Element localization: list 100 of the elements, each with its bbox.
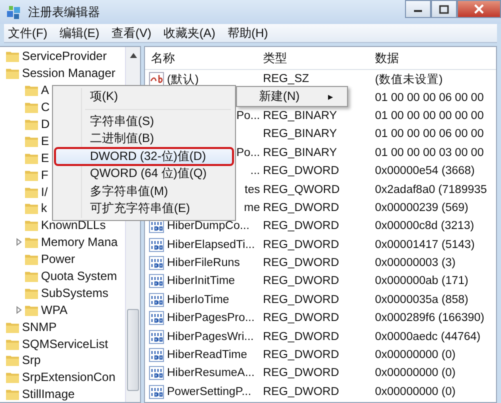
value-data: 0x0000035a (858) <box>375 294 468 306</box>
value-name[interactable]: HiberFileRuns <box>167 257 240 270</box>
menu-item[interactable]: 字符串值(S) <box>55 112 233 130</box>
folder-icon <box>25 101 38 114</box>
tree-item[interactable]: C <box>41 100 50 114</box>
binary-value-icon <box>149 348 164 362</box>
tree-item[interactable]: WPA <box>41 302 68 317</box>
close-button[interactable] <box>457 0 501 18</box>
submenu-arrow-icon: ▸ <box>328 90 333 102</box>
value-data: 01 00 00 00 06 00 00 <box>375 92 484 104</box>
folder-icon <box>25 304 38 316</box>
folder-icon <box>25 286 38 299</box>
menu-item[interactable]: 二进制值(B) <box>55 130 233 148</box>
menu-item[interactable]: 多字符串值(M) <box>55 182 233 200</box>
expand-arrow-icon[interactable] <box>16 238 22 246</box>
value-type: REG_DWORD <box>263 386 340 398</box>
value-data: 01 00 00 00 00 00 00 <box>375 110 484 122</box>
value-type: REG_SZ <box>263 73 310 86</box>
folder-icon <box>25 253 38 266</box>
scroll-up-arrow-icon[interactable] <box>130 53 136 58</box>
value-type: REG_BINARY <box>263 146 337 159</box>
expand-arrow-icon[interactable] <box>16 306 22 314</box>
tree-item[interactable]: SubSystems <box>41 286 108 300</box>
value-name[interactable]: HiberDumpCo... <box>167 220 250 232</box>
folder-icon <box>25 152 38 164</box>
menu-item[interactable]: DWORD (32-位)值(D) <box>55 148 233 165</box>
folder-icon <box>6 354 19 366</box>
value-name[interactable]: HiberElapsedTi... <box>167 238 255 251</box>
menu-item[interactable]: 查看(V) <box>111 24 152 42</box>
binary-value-icon <box>149 292 164 307</box>
maximize-button[interactable] <box>431 0 457 18</box>
value-name[interactable]: Po... <box>236 146 260 159</box>
value-data: (数值未设置) <box>375 72 443 87</box>
tree-item[interactable]: ServiceProvider <box>22 49 107 64</box>
menu-item[interactable]: 帮助(H) <box>227 24 268 42</box>
tree-item[interactable]: k <box>41 201 47 216</box>
value-type: REG_BINARY <box>263 128 337 140</box>
string-value-icon <box>149 72 164 86</box>
tree-item[interactable]: SQMServiceList <box>22 336 108 351</box>
value-name[interactable]: HiberPagesPro... <box>167 312 255 324</box>
value-name[interactable]: PowerSettingP... <box>167 386 252 398</box>
value-type: REG_DWORD <box>263 330 340 343</box>
binary-value-icon <box>149 274 164 288</box>
value-name[interactable]: me <box>244 202 260 214</box>
tree-item[interactable]: SrpExtensionCon <box>22 370 116 384</box>
menu-item[interactable]: 文件(F) <box>8 24 48 42</box>
value-type: REG_DWORD <box>263 202 340 214</box>
value-type: REG_DWORD <box>263 165 340 178</box>
tree-item[interactable]: D <box>41 117 50 131</box>
tree-item[interactable]: E <box>41 134 50 148</box>
value-name[interactable]: HiberInitTime <box>167 275 235 288</box>
value-data: 0x00000003 (3) <box>375 257 456 270</box>
value-type: REG_DWORD <box>263 220 340 232</box>
value-name[interactable]: tes <box>244 184 260 196</box>
menu-item[interactable]: 可扩充字符串值(E) <box>55 200 233 218</box>
minimize-button[interactable] <box>405 0 431 18</box>
submenu-item[interactable]: 新建(N) ▸ <box>236 86 348 107</box>
column-header[interactable]: 数据 <box>375 50 496 66</box>
folder-icon <box>25 236 38 248</box>
column-header[interactable]: 类型 <box>263 50 375 66</box>
scroll-thumb[interactable] <box>127 309 139 391</box>
value-name[interactable]: HiberResumeA... <box>167 367 255 380</box>
value-type: REG_DWORD <box>263 257 340 270</box>
menu-item[interactable]: 项(K) <box>55 88 233 106</box>
value-name[interactable]: HiberReadTime <box>167 349 248 362</box>
tree-item[interactable]: E <box>41 150 50 165</box>
value-name[interactable]: HiberIoTime <box>167 294 230 306</box>
menu-item[interactable]: 编辑(E) <box>59 24 100 42</box>
binary-value-icon <box>149 238 164 252</box>
tree-item[interactable]: A <box>41 83 50 98</box>
value-data: 0x00000000 (0) <box>375 386 456 398</box>
menu-item[interactable]: 收藏夹(A) <box>163 24 216 42</box>
value-type: REG_DWORD <box>263 238 340 251</box>
value-data: 0x000000ab (171) <box>375 275 468 288</box>
folder-icon <box>6 388 19 400</box>
tree-item[interactable]: StillImage <box>22 387 75 402</box>
binary-value-icon <box>149 366 164 380</box>
tree-item[interactable]: SNMP <box>22 320 57 334</box>
menu-item[interactable]: QWORD (64 位)值(Q) <box>55 165 233 182</box>
binary-value-icon <box>149 256 164 270</box>
value-name[interactable]: HiberPagesWri... <box>167 330 254 343</box>
folder-icon <box>25 134 38 147</box>
tree-item[interactable]: KnownDLLs <box>41 218 106 232</box>
value-data: 0x00000c8d (3213) <box>375 220 474 232</box>
tree-item[interactable]: Session Manager <box>22 66 116 80</box>
value-name[interactable]: (默认) <box>167 72 199 87</box>
tree-item[interactable]: Quota System <box>41 269 118 284</box>
maximize-icon <box>439 4 449 14</box>
tree-item[interactable]: Srp <box>22 353 41 368</box>
folder-icon <box>25 270 38 282</box>
tree-item[interactable]: I/ <box>41 184 48 199</box>
value-name[interactable]: Po... <box>236 110 260 122</box>
column-header[interactable]: 名称 <box>145 50 263 66</box>
tree-item[interactable]: Memory Mana <box>41 235 118 250</box>
value-name[interactable]: ... <box>250 165 260 178</box>
folder-icon <box>6 67 19 80</box>
value-data: 01 00 00 00 03 00 00 <box>375 146 484 159</box>
binary-value-icon <box>149 384 164 399</box>
tree-item[interactable]: Power <box>41 252 76 266</box>
tree-item[interactable]: F <box>41 168 48 182</box>
